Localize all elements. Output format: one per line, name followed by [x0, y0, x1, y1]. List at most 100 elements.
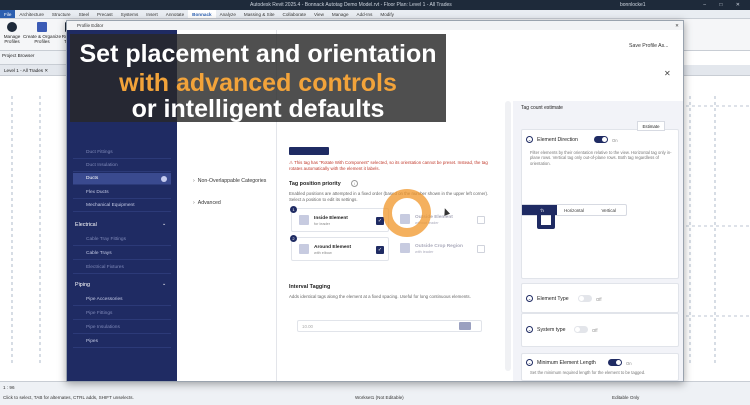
element-direction-toggle-label: On [612, 138, 618, 143]
create-icon [37, 22, 47, 32]
ribbon-tab[interactable]: View [310, 10, 328, 18]
view-scale[interactable]: 1 : 96 [3, 385, 15, 390]
window-controls[interactable]: – □ ✕ [703, 0, 746, 10]
around-checkbox[interactable]: ✓ [376, 246, 384, 254]
sidebar-item-electrical-fixtures[interactable]: Electrical Fixtures [73, 262, 171, 274]
chevron-right-icon: › [193, 178, 195, 184]
element-type-toggle[interactable] [578, 295, 592, 302]
sidebar-item-pipe-accessories[interactable]: Pipe Accessories [73, 294, 171, 306]
window-title: Autodesk Revit 2025.4 - Bonnack Autotag … [250, 2, 452, 8]
system-type-title: System type [537, 327, 566, 333]
ribbon-tab[interactable]: Massing & Site [240, 10, 279, 18]
save-profile-as-button[interactable]: Save Profile As... [629, 43, 669, 49]
ribbon-tab[interactable]: Manage [328, 10, 353, 18]
min-length-panel: ⌄ Minimum Element Length On Set the mini… [521, 353, 679, 381]
element-type-toggle-label: Off [596, 297, 602, 302]
ribbon-tab[interactable]: Annotate [162, 10, 188, 18]
min-length-toggle[interactable] [608, 359, 622, 366]
min-length-toggle-label: On [626, 361, 632, 366]
banner-line-1: Set placement and orientation [79, 40, 437, 68]
status-hint: Click to select, TAB for alternates, CTR… [3, 395, 134, 400]
direction-option-vertical[interactable]: Vertical [591, 205, 626, 215]
sidebar-section-piping[interactable]: Piping [75, 282, 90, 288]
ribbon-tab[interactable]: Steel [75, 10, 93, 18]
element-direction-toggle[interactable] [594, 136, 608, 143]
sidebar-item-duct-insulation[interactable]: Duct Insulation [73, 160, 171, 172]
element-direction-description: Filter elements by their orientation rel… [530, 150, 672, 166]
element-type-panel: ⌄ Element Type Off [521, 283, 679, 313]
editable-only-toggle[interactable]: Editable Only [612, 395, 639, 400]
collapse-icon[interactable]: ⌄ [526, 359, 533, 366]
ribbon-tab[interactable]: Architecture [15, 10, 48, 18]
ribbon-tab[interactable]: Add-Ins [353, 10, 377, 18]
ribbon-tab[interactable]: Systems [117, 10, 143, 18]
ribbon-tab[interactable]: Structure [48, 10, 75, 18]
position-card-around[interactable]: 2 Around Element with elbow ✓ [290, 235, 389, 261]
system-type-toggle-label: Off [592, 328, 598, 333]
ribbon-tab[interactable]: Precast [93, 10, 117, 18]
ribbon-tab[interactable]: Collaborate [279, 10, 311, 18]
pipe-direction-illustration [525, 207, 557, 229]
create-profiles-button[interactable]: Create & Organize Profiles [22, 22, 62, 44]
ribbon-tab[interactable]: Insert [142, 10, 162, 18]
banner-line-2: with advanced controls [119, 69, 397, 97]
crop-region-icon [400, 243, 410, 253]
sidebar-item-ducts[interactable]: Ducts [73, 173, 171, 185]
tag-preview-bar [289, 147, 329, 155]
ribbon-tab-file[interactable]: File [0, 10, 16, 18]
tag-count-title: Tag count estimate [521, 105, 563, 111]
sidebar-section-electrical[interactable]: Electrical [75, 222, 97, 228]
sidebar-item-pipe-insulations[interactable]: Pipe Insulations [73, 322, 171, 334]
around-element-icon [299, 244, 309, 254]
chevron-down-icon[interactable]: ⌄ [162, 221, 166, 227]
click-highlight-ring [383, 189, 431, 237]
manage-profiles-button[interactable]: Manage Profiles [2, 22, 22, 44]
element-type-title: Element Type [537, 296, 569, 302]
selected-badge [161, 176, 167, 182]
dialog-close-button[interactable]: ✕ [675, 21, 679, 30]
interval-apply-button[interactable] [459, 322, 471, 330]
chevron-down-icon[interactable]: ⌄ [162, 281, 166, 287]
info-icon[interactable]: i [351, 180, 358, 187]
sidebar-item-duct-fittings[interactable]: Duct Fittings [73, 147, 171, 159]
tag-position-title: Tag position priority [289, 181, 341, 187]
system-type-panel: ⌄ System type Off [521, 313, 679, 347]
status-bar: 1 : 96 Click to select, TAB for alternat… [0, 381, 750, 405]
collapse-icon[interactable]: ⌄ [526, 326, 533, 333]
sidebar-item-pipes[interactable]: Pipes [73, 336, 171, 348]
close-icon[interactable]: ✕ [664, 69, 671, 78]
interval-spacing-input[interactable]: 10.00 [297, 320, 482, 332]
dialog-title: Profile Editor [77, 23, 104, 28]
sidebar-item-mechanical-equipment[interactable]: Mechanical Equipment [73, 200, 171, 212]
profile-icon [7, 22, 17, 32]
ribbon-tab-bonnack[interactable]: Bonnack [188, 10, 216, 18]
title-bar: Autodesk Revit 2025.4 - Bonnack Autotag … [0, 0, 750, 10]
crop-region-checkbox[interactable] [477, 245, 485, 253]
ribbon-tab[interactable]: Modify [376, 10, 398, 18]
sidebar-item-pipe-fittings[interactable]: Pipe Fittings [73, 308, 171, 320]
ribbon-tab[interactable]: Analyze [216, 10, 240, 18]
min-length-description: Set the minimum required length for the … [530, 370, 646, 375]
inside-element-icon [299, 215, 309, 225]
sidebar-item-flex-ducts[interactable]: Flex Ducts [73, 187, 171, 199]
group-non-overlappable[interactable]: › Non-Overlappable Categories [193, 178, 266, 184]
chevron-right-icon: › [193, 200, 195, 206]
collapse-icon[interactable]: ⌄ [526, 136, 533, 143]
user-name[interactable]: bonnlocke1 [620, 0, 646, 10]
outside-checkbox[interactable] [477, 216, 485, 224]
filters-panel: Tag count estimate ⌄ Element Direction O… [513, 101, 683, 381]
system-type-toggle[interactable] [574, 326, 588, 333]
sidebar-item-cable-trays[interactable]: Cable Trays [73, 248, 171, 260]
estimate-button[interactable]: Estimate [637, 121, 665, 131]
position-card-inside[interactable]: 1 Inside Element for leader ✓ [290, 206, 389, 232]
scrollbar[interactable] [505, 101, 511, 371]
position-card-crop-region[interactable]: Outside Crop Region with leader [393, 237, 491, 261]
ribbon-tabs: File Architecture Structure Steel Precas… [0, 10, 750, 19]
project-browser[interactable]: Project Browser [0, 51, 70, 65]
interval-description: Adds identical tags along the element at… [289, 294, 471, 299]
collapse-icon[interactable]: ⌄ [526, 295, 533, 302]
workset-selector[interactable]: Workset1 (Not Editable) [355, 395, 404, 400]
sidebar-item-cable-tray-fittings[interactable]: Cable Tray Fittings [73, 234, 171, 246]
dialog-header: Profile Editor ✕ [67, 21, 683, 30]
group-advanced[interactable]: › Advanced [193, 200, 221, 206]
